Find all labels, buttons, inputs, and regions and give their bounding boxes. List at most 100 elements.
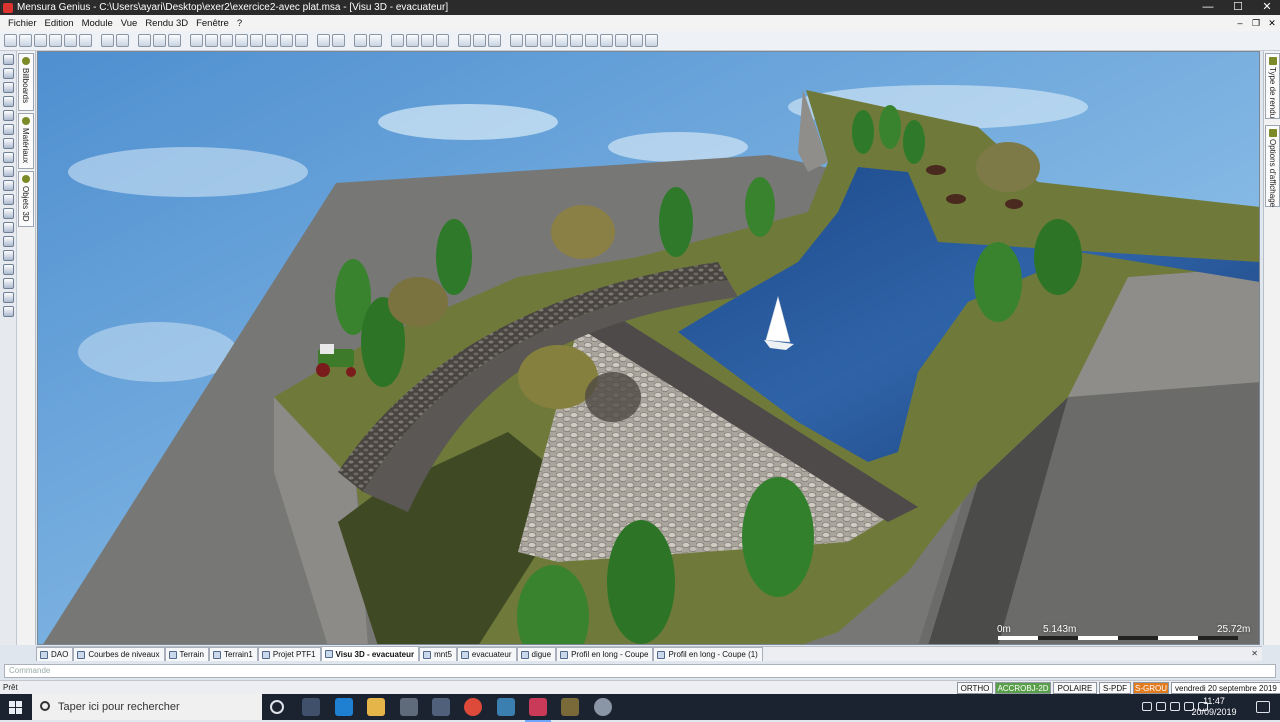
redo-icon[interactable] xyxy=(369,34,382,47)
layers-tool-icon[interactable] xyxy=(3,306,14,317)
block-tool-icon[interactable] xyxy=(3,166,14,177)
menu-vue[interactable]: Vue xyxy=(117,18,142,29)
taskbar-search-box[interactable]: Taper ici pour rechercher xyxy=(32,694,262,720)
zoom-in-icon[interactable] xyxy=(406,34,419,47)
view-left-icon[interactable] xyxy=(585,34,598,47)
render-icon[interactable] xyxy=(332,34,345,47)
tilt-down-icon[interactable] xyxy=(645,34,658,47)
menu-help[interactable]: ? xyxy=(233,18,246,29)
menu-fenetre[interactable]: Fenêtre xyxy=(192,18,233,29)
file-explorer-icon[interactable] xyxy=(367,698,385,716)
app-icon[interactable] xyxy=(497,698,515,716)
rotate-left-icon[interactable] xyxy=(600,34,613,47)
mensura-genius-icon[interactable] xyxy=(525,698,551,722)
node-icon[interactable] xyxy=(295,34,308,47)
zoom-out-icon[interactable] xyxy=(421,34,434,47)
help-icon[interactable] xyxy=(101,34,114,47)
tab-materiaux[interactable]: Matériaux xyxy=(18,113,34,169)
document-minimize-button[interactable]: – xyxy=(1234,15,1246,31)
offset-tool-icon[interactable] xyxy=(3,278,14,289)
grid-icon[interactable] xyxy=(190,34,203,47)
rotate-tool-icon[interactable] xyxy=(3,208,14,219)
document-close-button[interactable]: ✕ xyxy=(1266,15,1278,31)
menu-edition[interactable]: Edition xyxy=(41,18,78,29)
menu-fichier[interactable]: Fichier xyxy=(4,18,41,29)
scale-tool-icon[interactable] xyxy=(3,222,14,233)
open-file-icon[interactable] xyxy=(19,34,32,47)
notification-icon[interactable] xyxy=(1256,701,1270,713)
select-tool-icon[interactable] xyxy=(3,54,14,65)
pan-icon[interactable] xyxy=(473,34,486,47)
mode-s-pdf[interactable]: S-PDF xyxy=(1099,682,1131,694)
tab-courbes-de-niveaux[interactable]: Courbes de niveaux xyxy=(73,647,165,661)
home-icon[interactable] xyxy=(79,34,92,47)
chrome-icon[interactable] xyxy=(464,698,482,716)
view-top-icon[interactable] xyxy=(510,34,523,47)
tilt-up-icon[interactable] xyxy=(630,34,643,47)
tab-evacuateur[interactable]: evacuateur xyxy=(456,647,517,661)
paste-icon[interactable] xyxy=(168,34,181,47)
minimize-button[interactable]: — xyxy=(1196,0,1220,15)
layer-icon[interactable] xyxy=(138,34,151,47)
table-icon[interactable] xyxy=(250,34,263,47)
battery-icon[interactable] xyxy=(1170,702,1180,711)
save-icon[interactable] xyxy=(34,34,47,47)
orbit-icon[interactable] xyxy=(488,34,501,47)
mode-accrobj-2d[interactable]: ACCROBJ-2D xyxy=(995,682,1051,694)
print-icon[interactable] xyxy=(49,34,62,47)
tab-type-de-rendu[interactable]: Type de rendu xyxy=(1265,53,1280,119)
viewport-3d[interactable]: 0m 5.143m 25.72m xyxy=(37,51,1260,645)
copy-icon[interactable] xyxy=(153,34,166,47)
rotate-right-icon[interactable] xyxy=(615,34,628,47)
cloud-icon[interactable] xyxy=(1156,702,1166,711)
circle-tool-icon[interactable] xyxy=(3,110,14,121)
view-side-icon[interactable] xyxy=(540,34,553,47)
ruler-icon[interactable] xyxy=(265,34,278,47)
point-tool-icon[interactable] xyxy=(3,68,14,79)
measure-icon[interactable] xyxy=(220,34,233,47)
image-icon[interactable] xyxy=(317,34,330,47)
windows-start-icon[interactable] xyxy=(9,701,22,714)
erase-tool-icon[interactable] xyxy=(3,292,14,303)
tab-projet-ptf1[interactable]: Projet PTF1 xyxy=(257,647,321,661)
clock-time[interactable]: 11:47 xyxy=(1194,696,1234,706)
maximize-button[interactable]: ☐ xyxy=(1226,0,1250,15)
hatch-tool-icon[interactable] xyxy=(3,138,14,149)
extend-tool-icon[interactable] xyxy=(3,264,14,275)
store-icon[interactable] xyxy=(400,698,418,716)
view-iso-icon[interactable] xyxy=(555,34,568,47)
tab-objets-3d[interactable]: Objets 3D xyxy=(18,171,34,227)
chevron-up-icon[interactable] xyxy=(1142,702,1152,711)
edge-browser-icon[interactable] xyxy=(335,698,353,716)
app-icon[interactable] xyxy=(561,698,579,716)
trim-tool-icon[interactable] xyxy=(3,250,14,261)
close-button[interactable]: ✕ xyxy=(1255,0,1279,15)
zoom-window-icon[interactable] xyxy=(391,34,404,47)
mirror-tool-icon[interactable] xyxy=(3,236,14,247)
command-line-input[interactable]: Commande xyxy=(4,664,1276,678)
app-icon[interactable] xyxy=(594,698,612,716)
clock-date[interactable]: 20/09/2019 xyxy=(1190,707,1238,717)
copy-tool-icon[interactable] xyxy=(3,194,14,205)
tab-mnt5[interactable]: mnt5 xyxy=(419,647,457,661)
tab-profil-en-long-coupe-1[interactable]: Profil en long - Coupe (1) xyxy=(653,647,763,661)
document-restore-button[interactable]: ❐ xyxy=(1250,15,1262,31)
mail-icon[interactable] xyxy=(432,698,450,716)
tab-terrain1[interactable]: Terrain1 xyxy=(208,647,258,661)
new-file-icon[interactable] xyxy=(4,34,17,47)
undo-icon[interactable] xyxy=(354,34,367,47)
zoom-icon[interactable] xyxy=(458,34,471,47)
mode-ortho[interactable]: ORTHO xyxy=(957,682,993,694)
tab-terrain[interactable]: Terrain xyxy=(164,647,209,661)
view-back-icon[interactable] xyxy=(570,34,583,47)
cortana-icon[interactable] xyxy=(270,700,284,714)
dimension-tool-icon[interactable] xyxy=(3,152,14,163)
move-tool-icon[interactable] xyxy=(3,180,14,191)
menu-rendu-3d[interactable]: Rendu 3D xyxy=(141,18,192,29)
text-tool-icon[interactable] xyxy=(3,124,14,135)
line-icon[interactable] xyxy=(280,34,293,47)
tab-visu-3d-evacuateur[interactable]: Visu 3D - evacuateur xyxy=(320,646,420,661)
menu-module[interactable]: Module xyxy=(78,18,117,29)
tab-billboards[interactable]: Billboards xyxy=(18,53,34,111)
close-tab-button[interactable]: ✕ xyxy=(1251,649,1258,658)
